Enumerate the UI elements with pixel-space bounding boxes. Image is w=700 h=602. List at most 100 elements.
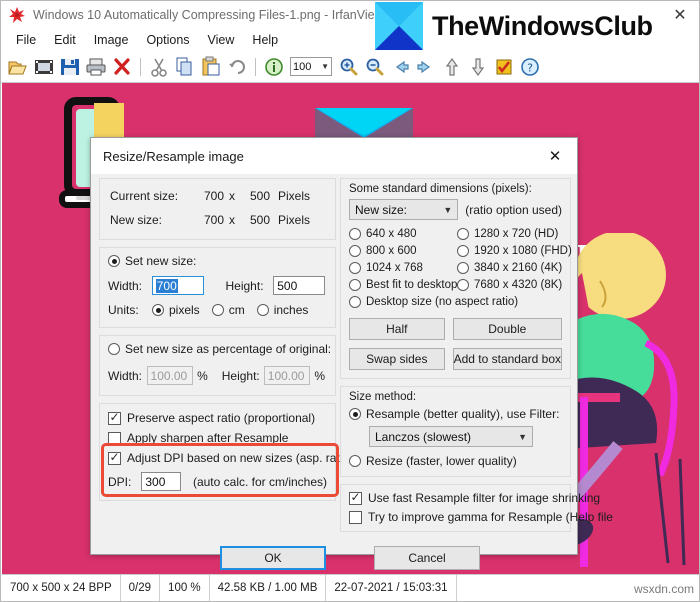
- preserve-aspect-label: Preserve aspect ratio (proportional): [127, 411, 316, 425]
- zoom-out-icon[interactable]: [362, 55, 386, 79]
- previous-icon[interactable]: [388, 55, 412, 79]
- help-icon[interactable]: ?: [518, 55, 542, 79]
- standard-dimensions-dropdown[interactable]: New size: ▼: [349, 199, 459, 220]
- menu-options[interactable]: Options: [137, 31, 198, 49]
- radio-1920x1080[interactable]: 1920 x 1080 (FHD): [457, 245, 572, 257]
- dialog-close-icon[interactable]: ✕: [533, 138, 577, 174]
- standard-dimensions-dropdown-value: New size:: [355, 202, 408, 217]
- set-new-size-radio-icon: [108, 255, 120, 267]
- gamma-row[interactable]: Try to improve gamma for Resample (Help …: [349, 510, 613, 524]
- radio-best-fit-to-desktop[interactable]: Best fit to desktop: [349, 279, 457, 291]
- irfanview-icon: [7, 5, 27, 25]
- thumbnails-icon[interactable]: [32, 55, 56, 79]
- units-inches-radio-icon[interactable]: [256, 304, 269, 316]
- fast-filter-row[interactable]: Use fast Resample filter for image shrin…: [349, 490, 600, 505]
- percentage-radio[interactable]: Set new size as percentage of original:: [108, 342, 331, 356]
- current-size-unit: Pixels: [278, 189, 311, 203]
- menu-help[interactable]: Help: [243, 31, 287, 49]
- cancel-button[interactable]: Cancel: [374, 546, 480, 570]
- resample-radio-row[interactable]: Resample (better quality), use Filter:: [349, 407, 562, 421]
- status-index: 0/29: [121, 574, 161, 601]
- radio-800x600-label: 800 x 600: [366, 245, 417, 257]
- resize-resample-dialog: Resize/Resample image ✕ Current size: 70…: [90, 137, 613, 570]
- units-pixels-radio-icon[interactable]: [152, 304, 164, 316]
- filter-dropdown[interactable]: Lanczos (slowest) ▼: [369, 426, 533, 447]
- dialog-left-column: Current size: 700 x 500 Pixels New size:…: [99, 178, 353, 508]
- twc-x-logo-icon: [375, 2, 423, 50]
- open-folder-icon[interactable]: [6, 55, 30, 79]
- ok-button[interactable]: OK: [220, 546, 326, 570]
- radio-1024x768[interactable]: 1024 x 768: [349, 262, 457, 274]
- toolbar-separator: [140, 57, 141, 76]
- height-input[interactable]: 500: [273, 276, 325, 295]
- radio-1280x720[interactable]: 1280 x 720 (HD): [457, 228, 572, 240]
- rotate-right-icon[interactable]: [466, 55, 490, 79]
- close-button[interactable]: ✕: [659, 1, 699, 28]
- menu-view[interactable]: View: [199, 31, 244, 49]
- standard-dimensions-radios: 640 x 480 1280 x 720 (HD) 800 x 600 1920…: [349, 228, 572, 291]
- status-dimensions: 700 x 500 x 24 BPP: [2, 574, 121, 601]
- options-icon[interactable]: [492, 55, 516, 79]
- new-size-height: 500: [249, 213, 270, 227]
- radio-1920x1080-icon: [457, 245, 469, 257]
- seated-person-illustration: [560, 233, 686, 567]
- radio-7680x4320[interactable]: 7680 x 4320 (8K): [457, 279, 572, 291]
- percentage-width-input[interactable]: 100.00: [146, 366, 194, 385]
- copy-icon[interactable]: [173, 55, 197, 79]
- set-new-size-radio[interactable]: Set new size:: [108, 254, 325, 268]
- radio-desktop-size-icon: [349, 296, 361, 308]
- paste-icon[interactable]: [199, 55, 223, 79]
- irfanview-window: Windows 10 Automatically Compressing Fil…: [0, 0, 700, 602]
- radio-640x480[interactable]: 640 x 480: [349, 228, 457, 240]
- fast-filter-label: Use fast Resample filter for image shrin…: [368, 491, 601, 505]
- statusbar: 700 x 500 x 24 BPP 0/29 100 % 42.58 KB /…: [2, 574, 699, 601]
- radio-best-fit-icon: [349, 279, 361, 291]
- menu-file[interactable]: File: [7, 31, 45, 49]
- menu-edit[interactable]: Edit: [45, 31, 85, 49]
- rotate-left-icon[interactable]: [440, 55, 464, 79]
- menu-image[interactable]: Image: [85, 31, 138, 49]
- preserve-aspect-row[interactable]: Preserve aspect ratio (proportional): [108, 410, 327, 425]
- double-button[interactable]: Double: [452, 318, 562, 340]
- width-height-row: Width: 700 Height: 500: [108, 276, 325, 295]
- width-input[interactable]: 700: [151, 276, 204, 295]
- apply-sharpen-checkbox: [108, 431, 121, 445]
- percentage-height-input[interactable]: 100.00: [263, 366, 311, 385]
- dpi-input[interactable]: 300: [141, 472, 181, 491]
- units-cm-radio-icon[interactable]: [211, 304, 224, 316]
- current-size-row: Current size: 700 x 500 Pixels: [110, 189, 325, 203]
- delete-icon[interactable]: [110, 55, 134, 79]
- radio-desktop-size[interactable]: Desktop size (no aspect ratio): [349, 296, 562, 308]
- radio-800x600[interactable]: 800 x 600: [349, 245, 457, 257]
- radio-3840x2160-icon: [457, 262, 469, 274]
- apply-sharpen-label: Apply sharpen after Resample: [127, 431, 289, 445]
- radio-3840x2160-label: 3840 x 2160 (4K): [474, 262, 563, 274]
- units-inches-label: inches: [273, 303, 309, 317]
- new-size-label: New size:: [110, 213, 163, 227]
- percentage-width-unit: %: [197, 368, 208, 383]
- next-icon[interactable]: [414, 55, 438, 79]
- undo-icon[interactable]: [225, 55, 249, 79]
- add-to-standard-box-button[interactable]: Add to standard box: [452, 348, 562, 370]
- percentage-radio-icon: [108, 343, 120, 355]
- cut-icon[interactable]: [147, 55, 171, 79]
- apply-sharpen-row[interactable]: Apply sharpen after Resample: [108, 431, 327, 445]
- info-icon[interactable]: [262, 55, 286, 79]
- new-size-width: 700: [203, 213, 224, 227]
- cancel-button-wrapper: Cancel: [374, 546, 480, 570]
- dpi-label: DPI:: [108, 474, 132, 489]
- height-label: Height:: [225, 278, 264, 293]
- resize-radio-row[interactable]: Resize (faster, lower quality): [349, 454, 562, 468]
- print-icon[interactable]: [84, 55, 108, 79]
- radio-best-fit-label: Best fit to desktop: [366, 279, 458, 291]
- swap-sides-button[interactable]: Swap sides: [349, 348, 445, 370]
- radio-7680x4320-label: 7680 x 4320 (8K): [474, 279, 563, 291]
- adjust-dpi-row[interactable]: Adjust DPI based on new sizes (asp. rati…: [108, 450, 353, 465]
- radio-3840x2160[interactable]: 3840 x 2160 (4K): [457, 262, 572, 274]
- save-icon[interactable]: [58, 55, 82, 79]
- zoom-level-combobox[interactable]: 100 ▼: [290, 57, 332, 76]
- zoom-in-icon[interactable]: [336, 55, 360, 79]
- size-method-label: Size method:: [349, 391, 417, 403]
- percentage-fields-row: Width: 100.00 % Height: 100.00 %: [108, 366, 325, 385]
- half-button[interactable]: Half: [349, 318, 445, 340]
